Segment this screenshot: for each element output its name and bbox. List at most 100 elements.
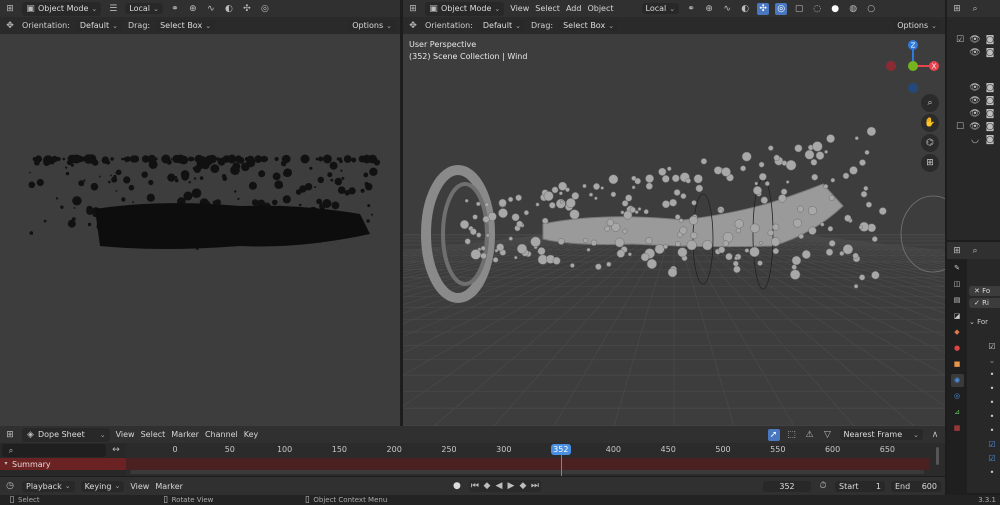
eye-icon[interactable]: 👁 [969,34,981,46]
eye-icon[interactable]: 👁 [969,82,981,94]
camera-render-icon[interactable]: ◙ [984,134,996,146]
editor-type-icon[interactable]: ⊞ [951,3,963,15]
gizmo-icon[interactable]: ✣ [757,2,770,15]
render-shading-icon[interactable]: ○ [865,3,877,15]
rigid-body-item[interactable]: ✓ Ri [969,298,1000,308]
dopesheet-keyframe-area[interactable]: 050100150200250300350400450500550600650 … [126,443,930,476]
left-options-button[interactable]: Options ⌄ [348,20,396,31]
right-transform-space-dropdown[interactable]: Local ⌄ [641,3,680,14]
overlay-icon[interactable]: ◎ [259,3,271,15]
force-field-item[interactable]: ✕ Fo [969,286,1000,296]
left-transform-space-dropdown[interactable]: Local ⌄ [125,3,163,14]
outliner-row[interactable]: ☑ 👁 ◙ [947,33,1000,46]
prev-keyframe-icon[interactable]: ◆ [481,480,493,492]
dopesheet-menu-marker[interactable]: Marker [171,430,199,439]
transform-icon[interactable]: ✥ [4,20,16,32]
record-icon[interactable]: ● [451,480,463,492]
chevron-down-icon[interactable]: ⌄ [985,356,999,370]
object-tab-icon[interactable]: ■ [951,358,964,371]
next-keyframe-icon[interactable]: ◆ [517,480,529,492]
play-icon[interactable]: ▶ [505,480,517,492]
stopwatch-icon[interactable]: ⏱ [817,480,829,492]
eye-icon[interactable]: 👁 [969,47,981,59]
only-selected-icon[interactable]: ➚ [767,428,780,441]
solid-shading-icon[interactable]: ● [829,3,841,15]
transform-icon[interactable]: ✥ [407,20,419,32]
snapping-dropdown[interactable]: Nearest Frame ⌄ [839,429,923,440]
keying-menu[interactable]: Keying ⌄ [80,480,125,492]
constraints-tab-icon[interactable]: ◎ [951,390,964,403]
checkbox-checked-icon[interactable]: ☑ [985,454,999,468]
dopesheet-menu-select[interactable]: Select [141,430,166,439]
link-icon[interactable]: ⚭ [685,3,697,15]
show-hidden-icon[interactable]: ⬚ [786,429,798,441]
world-tab-icon[interactable]: ● [951,342,964,355]
right-mode-dropdown[interactable]: ▣ Object Mode ⌄ [425,1,505,16]
tool-tab-icon[interactable]: ✎ [951,262,964,275]
proportional-icon[interactable]: ∧ [929,429,941,441]
snap-icon[interactable]: ⊕ [703,3,715,15]
eye-icon[interactable]: 👁 [969,95,981,107]
timeline-menu-view[interactable]: View [130,482,149,491]
link-icon[interactable]: ⚭ [169,3,181,15]
visibility-icon[interactable]: ◐ [739,3,751,15]
editor-type-icon[interactable]: ⊞ [4,429,16,441]
texture-tab-icon[interactable]: ▦ [951,422,964,435]
scrollbar[interactable] [130,470,924,474]
editor-type-icon[interactable]: ⊞ [4,3,16,15]
hamburger-icon[interactable]: ☰ [107,3,119,15]
data-tab-icon[interactable]: ⊿ [951,406,964,419]
jump-end-icon[interactable]: ⏭ [529,480,541,492]
search-icon[interactable]: ⌕ [969,245,981,257]
editor-type-icon[interactable]: ⊞ [407,3,419,15]
right-orientation-dropdown[interactable]: Default ⌄ [478,20,525,31]
eye-icon[interactable]: 👁 [969,121,981,133]
grid-view-icon[interactable]: ⊞ [921,154,939,172]
outliner-row[interactable]: 👁 ◙ [947,94,1000,107]
gizmo-neg-x[interactable] [886,61,896,71]
menu-view[interactable]: View [510,4,529,13]
start-frame-field[interactable]: Start 1 [835,480,885,492]
proportional-icon[interactable]: ∿ [205,3,217,15]
playback-menu[interactable]: Playback ⌄ [22,480,75,492]
timeline-menu-marker[interactable]: Marker [155,482,183,491]
gizmo-icon[interactable]: ✣ [241,3,253,15]
zoom-icon[interactable]: ⌕ [921,94,939,112]
checkbox-empty-icon[interactable]: ☐ [954,121,966,133]
output-tab-icon[interactable]: ▤ [951,294,964,307]
scene-tab-icon[interactable]: ◆ [951,326,964,339]
xray-icon[interactable]: ▢ [793,3,805,15]
clock-icon[interactable]: ◷ [4,480,16,492]
channel-search-input[interactable]: ⌕ [2,444,106,457]
right-options-button[interactable]: Options ⌄ [893,20,941,31]
force-section-header[interactable]: ⌄ For [969,318,1000,326]
proportional-icon[interactable]: ∿ [721,3,733,15]
frame-ruler[interactable]: 050100150200250300350400450500550600650 [126,443,930,457]
camera-render-icon[interactable]: ◙ [984,34,996,46]
camera-render-icon[interactable]: ◙ [984,82,996,94]
wireframe-shading-icon[interactable]: ◌ [811,3,823,15]
editor-type-icon[interactable]: ⊞ [951,245,963,257]
summary-channel[interactable]: ▾ Summary [0,458,126,470]
view-layer-tab-icon[interactable]: ◪ [951,310,964,323]
camera-render-icon[interactable]: ◙ [984,108,996,120]
dopesheet-menu-channel[interactable]: Channel [205,430,238,439]
left-drag-dropdown[interactable]: Select Box ⌄ [156,20,216,31]
eye-closed-icon[interactable]: ◡ [969,134,981,146]
left-3d-viewport[interactable] [0,34,400,426]
snap-icon[interactable]: ⊕ [187,3,199,15]
left-orientation-dropdown[interactable]: Default ⌄ [75,20,122,31]
camera-icon[interactable]: ⌬ [921,134,939,152]
camera-render-icon[interactable]: ◙ [984,95,996,107]
dopesheet-vscroll[interactable] [930,443,945,476]
current-frame-field[interactable]: 352 [763,480,811,492]
outliner-row[interactable]: 👁 ◙ [947,81,1000,94]
dopesheet-menu-view[interactable]: View [116,430,135,439]
filter-icon[interactable]: ⌕ [969,3,981,15]
menu-add[interactable]: Add [566,4,582,13]
dopesheet-mode-dropdown[interactable]: ◈ Dope Sheet ⌄ [22,427,110,442]
eye-icon[interactable]: 👁 [969,108,981,120]
pan-hand-icon[interactable]: ✋ [921,114,939,132]
play-reverse-icon[interactable]: ◀ [493,480,505,492]
overlay-icon[interactable]: ◎ [775,2,788,15]
